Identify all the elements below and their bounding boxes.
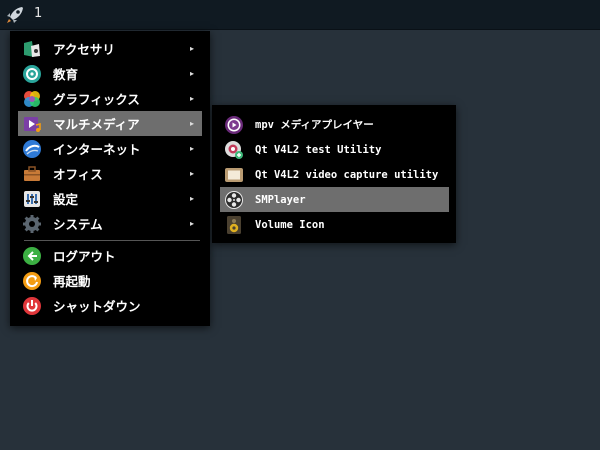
menu-item-reboot[interactable]: 再起動	[18, 268, 202, 293]
submenu-item-volume-icon[interactable]: Volume Icon	[220, 212, 449, 237]
power-icon	[22, 296, 42, 316]
submenu-arrow-icon: ▸	[189, 219, 194, 228]
menu-item-accessories[interactable]: アクセサリ ▸	[18, 36, 202, 61]
logout-icon	[22, 246, 42, 266]
menu-item-multimedia[interactable]: マルチメディア ▸	[18, 111, 202, 136]
menu-item-logout[interactable]: ログアウト	[18, 243, 202, 268]
graphics-icon	[22, 89, 42, 109]
submenu-item-qvidcap[interactable]: Qt V4L2 video capture utility	[220, 162, 449, 187]
qvidcap-icon	[224, 165, 244, 185]
speaker-icon	[224, 215, 244, 235]
workspace-number[interactable]: 1	[34, 6, 42, 21]
settings-icon	[22, 189, 42, 209]
qv4l2-icon	[224, 140, 244, 160]
submenu-arrow-icon: ▸	[189, 69, 194, 78]
menu-item-system[interactable]: システム ▸	[18, 211, 202, 236]
internet-icon	[22, 139, 42, 159]
multimedia-submenu: mpv メディアプレイヤー Qt V4L2 test Utility Qt V4…	[212, 105, 456, 243]
menu-item-settings[interactable]: 設定 ▸	[18, 186, 202, 211]
application-menu: アクセサリ ▸ 教育 ▸ グラフィックス ▸ マルチメディア ▸ インターネット…	[10, 31, 210, 326]
submenu-arrow-icon: ▸	[189, 169, 194, 178]
taskbar: 1	[0, 0, 600, 30]
submenu-arrow-icon: ▸	[189, 144, 194, 153]
education-icon	[22, 64, 42, 84]
menu-item-internet[interactable]: インターネット ▸	[18, 136, 202, 161]
submenu-arrow-icon: ▸	[189, 119, 194, 128]
multimedia-icon	[22, 114, 42, 134]
menu-item-office[interactable]: オフィス ▸	[18, 161, 202, 186]
gear-icon	[22, 214, 42, 234]
submenu-item-mpv[interactable]: mpv メディアプレイヤー	[220, 112, 449, 137]
office-icon	[22, 164, 42, 184]
menu-item-shutdown[interactable]: シャットダウン	[18, 293, 202, 318]
menu-item-education[interactable]: 教育 ▸	[18, 61, 202, 86]
reboot-icon	[22, 271, 42, 291]
menu-item-graphics[interactable]: グラフィックス ▸	[18, 86, 202, 111]
submenu-arrow-icon: ▸	[189, 44, 194, 53]
film-reel-icon	[224, 190, 244, 210]
mpv-icon	[224, 115, 244, 135]
menu-separator	[24, 240, 200, 241]
submenu-item-qv4l2[interactable]: Qt V4L2 test Utility	[220, 137, 449, 162]
submenu-item-smplayer[interactable]: SMPlayer	[220, 187, 449, 212]
submenu-arrow-icon: ▸	[189, 94, 194, 103]
submenu-arrow-icon: ▸	[189, 194, 194, 203]
rocket-icon[interactable]	[4, 4, 26, 26]
accessories-icon	[22, 39, 42, 59]
